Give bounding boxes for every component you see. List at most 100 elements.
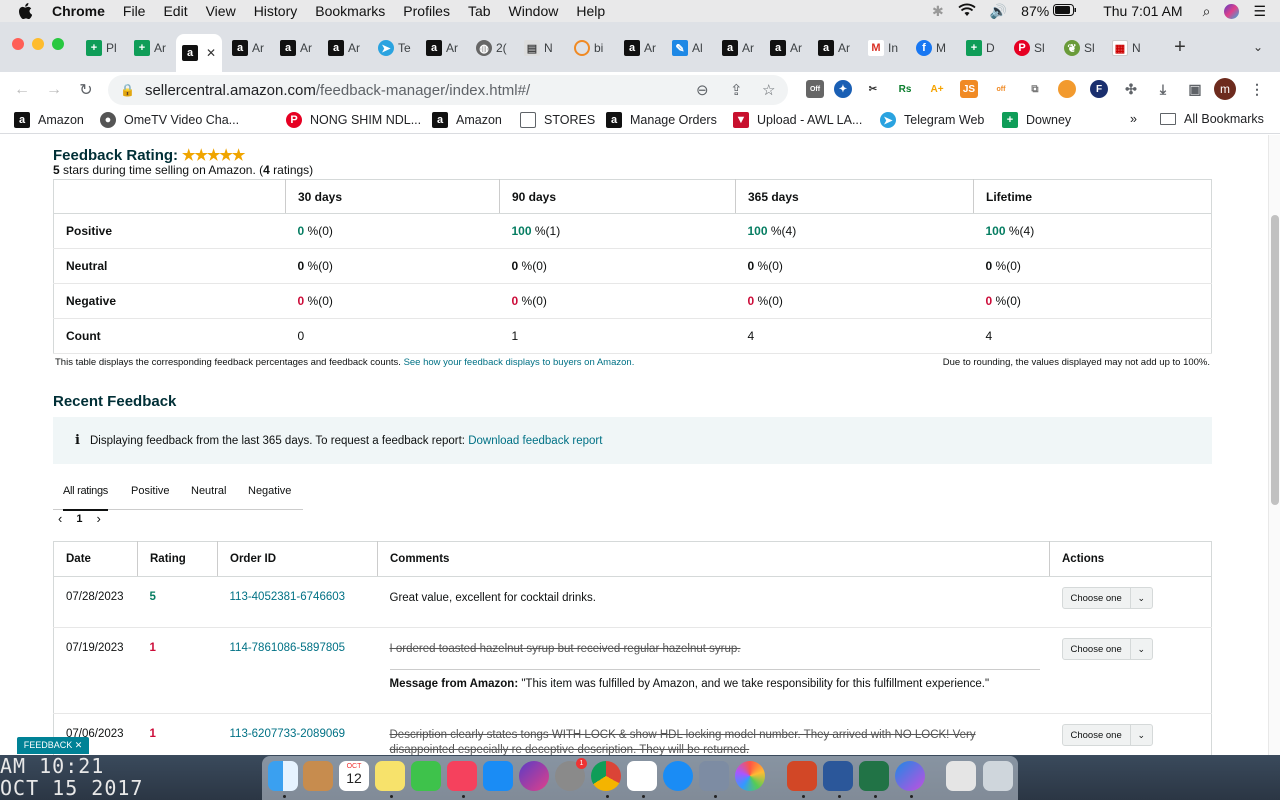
actions-dropdown[interactable]: Choose one ⌄ xyxy=(1061,638,1153,660)
actions-dropdown[interactable]: Choose one ⌄ xyxy=(1061,587,1153,609)
close-window-button[interactable] xyxy=(12,38,24,50)
menu-profiles[interactable]: Profiles xyxy=(403,3,450,19)
spotlight-icon[interactable]: ⌕ xyxy=(1203,3,1211,20)
browser-tab[interactable]: ◍ 2( xyxy=(470,34,516,62)
safari-icon[interactable] xyxy=(663,761,693,791)
bookmark-item[interactable]: + Downey xyxy=(1002,112,1071,128)
extension-scissor-icon[interactable]: ✂ xyxy=(864,80,882,98)
browser-tab[interactable]: a Ar xyxy=(322,34,368,62)
browser-tab[interactable]: ▤ N xyxy=(518,34,564,62)
reminders-icon[interactable] xyxy=(627,761,657,791)
more-menu-icon[interactable]: ⋮ xyxy=(1248,80,1266,98)
tab-neutral[interactable]: Neutral xyxy=(191,485,226,497)
minimize-window-button[interactable] xyxy=(32,38,44,50)
documents-stack-icon[interactable] xyxy=(946,761,976,791)
wifi-icon[interactable] xyxy=(958,3,976,20)
extension-off-icon[interactable]: Off xyxy=(806,80,824,98)
messenger-icon[interactable] xyxy=(895,761,925,791)
bookmark-star-icon[interactable]: ☆ xyxy=(762,81,775,99)
browser-tab[interactable]: a Ar xyxy=(226,34,272,62)
word-icon[interactable] xyxy=(823,761,853,791)
bookmark-item[interactable]: a Manage Orders xyxy=(606,112,717,128)
profile-avatar[interactable]: m xyxy=(1214,78,1236,100)
siri-icon[interactable] xyxy=(1224,3,1240,20)
current-page[interactable]: 1 xyxy=(76,513,82,525)
close-tab-icon[interactable]: ✕ xyxy=(206,46,216,60)
address-bar[interactable]: 🔒 sellercentral.amazon.com/feedback-mana… xyxy=(108,75,788,105)
browser-tab[interactable]: ▦ N xyxy=(1106,34,1152,62)
finder-icon[interactable] xyxy=(268,761,298,791)
menu-app-name[interactable]: Chrome xyxy=(52,3,105,19)
browser-tab[interactable]: a Ar xyxy=(420,34,466,62)
order-id-link[interactable]: 113-4052381-6746603 xyxy=(217,576,378,628)
extension-off-sale-icon[interactable]: off xyxy=(992,80,1010,98)
bookmark-item[interactable]: STORES xyxy=(520,112,595,128)
menu-file[interactable]: File xyxy=(123,3,146,19)
browser-tab[interactable]: a Ar xyxy=(274,34,320,62)
browser-tab[interactable]: M In xyxy=(862,34,908,62)
browser-tab[interactable]: ✎ Al xyxy=(666,34,712,62)
volume-icon[interactable]: 🔊 xyxy=(990,3,1007,20)
tab-search-chevron-down-icon[interactable]: ⌄ xyxy=(1248,37,1268,57)
bookmark-item[interactable]: P NONG SHIM NDL... xyxy=(286,112,421,128)
tab-positive[interactable]: Positive xyxy=(131,485,170,497)
battery-icon[interactable] xyxy=(1053,3,1077,19)
maximize-window-button[interactable] xyxy=(52,38,64,50)
actions-dropdown[interactable]: Choose one ⌄ xyxy=(1061,724,1153,746)
menu-edit[interactable]: Edit xyxy=(163,3,187,19)
menu-bookmarks[interactable]: Bookmarks xyxy=(315,3,385,19)
extensions-puzzle-icon[interactable]: ✣ xyxy=(1122,80,1140,98)
side-panel-icon[interactable]: ▣ xyxy=(1186,80,1204,98)
feedback-pill-button[interactable]: FEEDBACK ✕ xyxy=(17,737,89,754)
zoom-icon[interactable]: ⊖ xyxy=(696,81,709,99)
system-preferences-icon[interactable]: 1 xyxy=(555,758,587,791)
tab-negative[interactable]: Negative xyxy=(248,485,291,497)
photos-icon[interactable] xyxy=(735,761,765,791)
menu-tab[interactable]: Tab xyxy=(468,3,491,19)
extension-boxes-icon[interactable]: ⧉ xyxy=(1026,80,1044,98)
back-arrow-icon[interactable]: ← xyxy=(12,80,32,100)
extension-f-icon[interactable]: F xyxy=(1090,80,1108,98)
browser-tab[interactable]: ➤ Te xyxy=(372,34,418,62)
powerpoint-icon[interactable] xyxy=(787,761,817,791)
browser-tab[interactable]: a Ar xyxy=(764,34,810,62)
calendar-icon[interactable]: OCT 12 xyxy=(339,761,369,791)
facetime-icon[interactable] xyxy=(411,761,441,791)
extension-a-plus-icon[interactable]: A+ xyxy=(928,80,946,98)
browser-tab[interactable]: a Ar xyxy=(812,34,858,62)
notebook-icon[interactable] xyxy=(303,761,333,791)
menu-help[interactable]: Help xyxy=(576,3,605,19)
siri-dock-icon[interactable] xyxy=(519,761,549,791)
reload-icon[interactable]: ↻ xyxy=(76,80,96,100)
prev-page-chevron-icon[interactable]: ‹ xyxy=(58,511,62,526)
apple-icon[interactable] xyxy=(18,3,36,19)
bookmark-item[interactable]: ● OmeTV Video Cha... xyxy=(100,112,239,128)
download-icon[interactable]: ⤓ xyxy=(1154,80,1172,98)
browser-tab[interactable]: + Ar xyxy=(128,34,174,62)
scrollbar-thumb[interactable] xyxy=(1271,215,1279,505)
bookmark-item[interactable]: ➤ Telegram Web xyxy=(880,112,984,128)
app-store-icon[interactable] xyxy=(483,761,513,791)
clock[interactable]: Thu 7:01 AM xyxy=(1103,3,1182,19)
order-id-link[interactable]: 113-6207733-2089069 xyxy=(217,713,378,755)
bookmark-item[interactable]: ▼ Upload - AWL LA... xyxy=(733,112,862,128)
control-center-icon[interactable]: ☰ xyxy=(1253,3,1266,20)
browser-tab[interactable]: P Sl xyxy=(1008,34,1054,62)
launchpad-icon[interactable] xyxy=(699,761,729,791)
browser-tab[interactable]: fM xyxy=(910,34,956,62)
extension-js-icon[interactable]: JS xyxy=(960,80,978,98)
buyer-display-link[interactable]: See how your feedback displays to buyers… xyxy=(404,357,635,368)
tab-all-ratings[interactable]: All ratings xyxy=(63,485,108,511)
menu-view[interactable]: View xyxy=(206,3,236,19)
browser-tab[interactable]: + Pl xyxy=(80,34,126,62)
trash-icon[interactable] xyxy=(983,761,1013,791)
extension-circle-icon[interactable] xyxy=(1058,80,1076,98)
next-page-chevron-icon[interactable]: › xyxy=(96,511,100,526)
music-icon[interactable] xyxy=(447,761,477,791)
all-bookmarks-button[interactable]: All Bookmarks xyxy=(1160,112,1264,126)
extension-target-icon[interactable]: ✦ xyxy=(834,80,852,98)
bookmark-item[interactable]: a Amazon xyxy=(14,112,84,128)
browser-tab[interactable]: + D xyxy=(960,34,1006,62)
bookmarks-overflow-button[interactable]: » xyxy=(1130,112,1137,126)
forward-arrow-icon[interactable]: → xyxy=(44,80,64,100)
